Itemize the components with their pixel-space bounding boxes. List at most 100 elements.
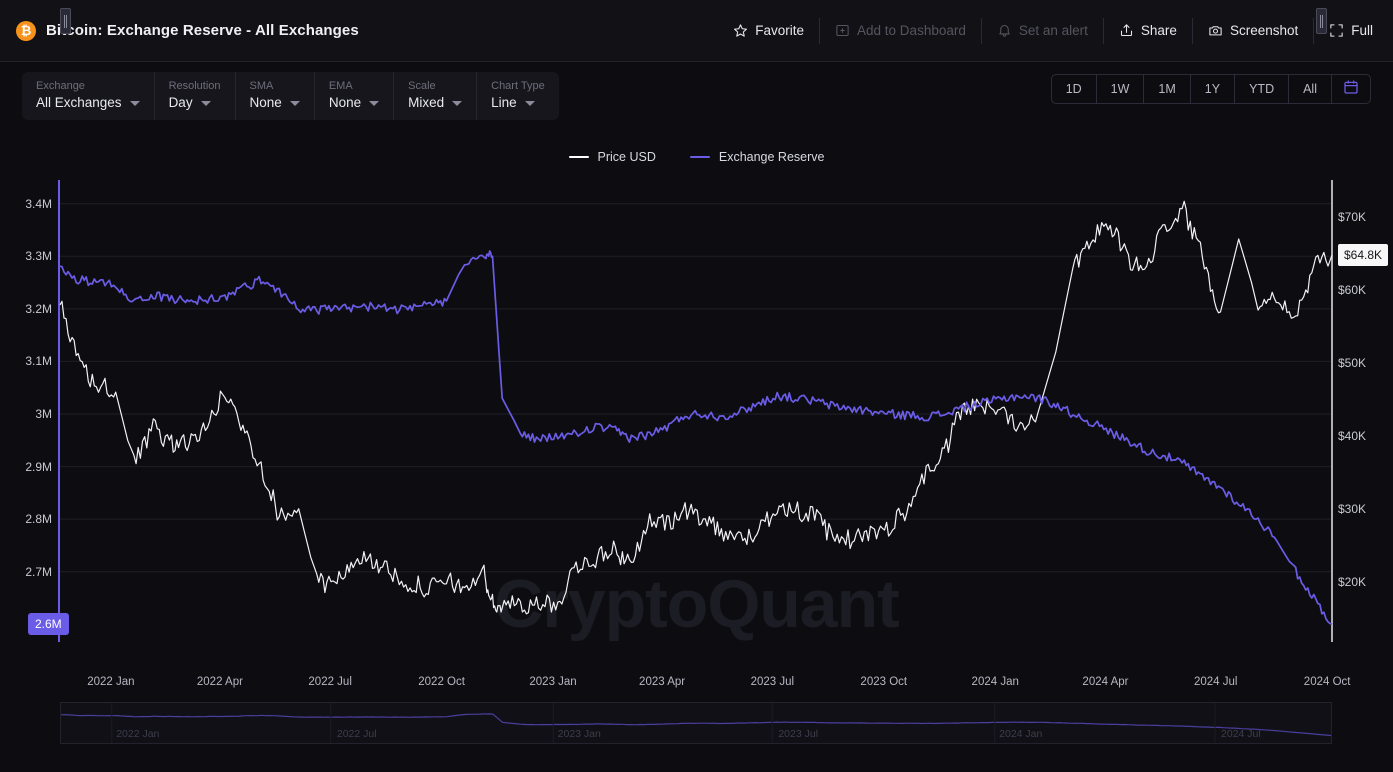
chevron-down-icon xyxy=(290,101,300,106)
left-axis-current-value-badge: 2.6M xyxy=(28,613,69,635)
y-axis-left: 3.4M3.3M3.2M3.1M3M2.9M2.8M2.7M2.6M xyxy=(0,170,52,640)
control-resolution-label: Resolution xyxy=(169,80,221,93)
range-1d[interactable]: 1D xyxy=(1052,75,1097,103)
control-scale-label: Scale xyxy=(408,80,462,93)
y-axis-right-tick: $50K xyxy=(1338,356,1366,370)
navigator-tick-label: 2024 Jul xyxy=(1221,728,1261,740)
control-scale[interactable]: Scale Mixed xyxy=(394,72,477,120)
x-axis-tick: 2022 Apr xyxy=(197,676,243,688)
star-icon xyxy=(733,23,748,38)
chart-plot-area[interactable]: CryptoQuant xyxy=(0,170,1393,700)
navigator-handle-left[interactable] xyxy=(60,8,71,34)
control-sma-text: None xyxy=(250,95,282,111)
y-axis-right: $70K$60K$50K$40K$30K$20K$64.8K xyxy=(1338,170,1393,640)
control-chart-type-label: Chart Type xyxy=(491,80,545,93)
chart-legend: Price USD Exchange Reserve xyxy=(0,150,1393,164)
y-axis-right-tick: $60K xyxy=(1338,283,1366,297)
share-button[interactable]: Share xyxy=(1104,18,1193,44)
add-to-dashboard-icon xyxy=(835,23,850,38)
legend-label-reserve: Exchange Reserve xyxy=(719,150,825,164)
navigator-handle-right[interactable] xyxy=(1316,8,1327,34)
navigator-tick-label: 2022 Jan xyxy=(116,728,159,740)
page-title: Bitcoin: Exchange Reserve - All Exchange… xyxy=(46,22,359,39)
control-chart-type-text: Line xyxy=(491,95,517,111)
range-all[interactable]: All xyxy=(1289,75,1332,103)
control-sma[interactable]: SMA None xyxy=(236,72,315,120)
control-exchange-label: Exchange xyxy=(36,80,140,93)
x-axis-tick: 2024 Jul xyxy=(1194,676,1237,688)
add-to-dashboard-button[interactable]: Add to Dashboard xyxy=(820,18,982,44)
camera-icon xyxy=(1208,23,1223,38)
x-axis-tick: 2022 Oct xyxy=(418,676,465,688)
share-label: Share xyxy=(1141,23,1177,38)
calendar-button[interactable] xyxy=(1332,75,1370,103)
control-ema-value: None xyxy=(329,95,379,111)
x-axis-tick: 2024 Apr xyxy=(1082,676,1128,688)
right-axis-current-value-badge: $64.8K xyxy=(1338,244,1388,266)
header-actions: Favorite Add to Dashboard Set an alert xyxy=(718,18,1393,44)
fullscreen-icon xyxy=(1329,23,1344,38)
chevron-down-icon xyxy=(369,101,379,106)
range-ytd[interactable]: YTD xyxy=(1235,75,1289,103)
legend-swatch-price xyxy=(569,156,589,158)
favorite-button[interactable]: Favorite xyxy=(718,18,820,44)
range-1m[interactable]: 1M xyxy=(1144,75,1190,103)
control-scale-value: Mixed xyxy=(408,95,462,111)
control-chart-type[interactable]: Chart Type Line xyxy=(477,72,559,120)
x-axis-tick: 2023 Apr xyxy=(639,676,685,688)
control-resolution-value: Day xyxy=(169,95,221,111)
y-axis-left-tick: 3.3M xyxy=(25,249,52,263)
y-axis-left-tick: 2.9M xyxy=(25,460,52,474)
navigator-tick-label: 2023 Jan xyxy=(558,728,601,740)
set-alert-label: Set an alert xyxy=(1019,23,1088,38)
x-axis-tick: 2023 Jan xyxy=(529,676,576,688)
y-axis-left-tick: 2.8M xyxy=(25,512,52,526)
control-exchange-text: All Exchanges xyxy=(36,95,122,111)
range-1w[interactable]: 1W xyxy=(1097,75,1145,103)
favorite-label: Favorite xyxy=(755,23,804,38)
x-axis: 2022 Jan2022 Apr2022 Jul2022 Oct2023 Jan… xyxy=(0,676,1393,692)
chart-controls-bar: Exchange All Exchanges Resolution Day SM… xyxy=(22,72,559,120)
x-axis-tick: 2022 Jul xyxy=(308,676,351,688)
control-exchange-value: All Exchanges xyxy=(36,95,140,111)
screenshot-button[interactable]: Screenshot xyxy=(1193,18,1314,44)
control-sma-value: None xyxy=(250,95,300,111)
range-navigator[interactable]: 2022 Jan 2022 Jul 2023 Jan 2023 Jul 2024 Jan… xyxy=(60,702,1332,744)
navigator-tick-label: 2024 Jan xyxy=(999,728,1042,740)
x-axis-tick: 2023 Jul xyxy=(751,676,794,688)
screenshot-label: Screenshot xyxy=(1230,23,1298,38)
bitcoin-icon: ₿ xyxy=(16,21,36,41)
control-chart-type-value: Line xyxy=(491,95,545,111)
y-axis-left-tick: 3.4M xyxy=(25,197,52,211)
control-ema[interactable]: EMA None xyxy=(315,72,394,120)
y-axis-left-tick: 3.2M xyxy=(25,302,52,316)
add-to-dashboard-label: Add to Dashboard xyxy=(857,23,966,38)
control-ema-text: None xyxy=(329,95,361,111)
x-axis-tick: 2024 Jan xyxy=(972,676,1019,688)
calendar-icon xyxy=(1343,79,1359,100)
time-range-selector: 1D 1W 1M 1Y YTD All xyxy=(1051,74,1371,104)
y-axis-right-tick: $70K xyxy=(1338,210,1366,224)
y-axis-left-tick: 3M xyxy=(35,407,52,421)
range-1y[interactable]: 1Y xyxy=(1191,75,1235,103)
x-axis-tick: 2023 Oct xyxy=(860,676,907,688)
control-ema-label: EMA xyxy=(329,80,379,93)
navigator-tick-label: 2023 Jul xyxy=(778,728,818,740)
app-header: ₿ Bitcoin: Exchange Reserve - All Exchan… xyxy=(0,0,1393,62)
control-exchange[interactable]: Exchange All Exchanges xyxy=(22,72,155,120)
navigator-tick-label: 2022 Jul xyxy=(337,728,377,740)
legend-item-price-usd[interactable]: Price USD xyxy=(569,150,656,164)
y-axis-right-tick: $30K xyxy=(1338,502,1366,516)
bell-icon xyxy=(997,23,1012,38)
chart-canvas xyxy=(0,170,1393,700)
chevron-down-icon xyxy=(201,101,211,106)
legend-item-exchange-reserve[interactable]: Exchange Reserve xyxy=(690,150,825,164)
legend-swatch-reserve xyxy=(690,156,710,158)
y-axis-left-tick: 2.7M xyxy=(25,565,52,579)
y-axis-right-tick: $40K xyxy=(1338,429,1366,443)
set-alert-button[interactable]: Set an alert xyxy=(982,18,1104,44)
control-resolution[interactable]: Resolution Day xyxy=(155,72,236,120)
y-axis-left-tick: 3.1M xyxy=(25,354,52,368)
fullscreen-label: Full xyxy=(1351,23,1373,38)
navigator-canvas xyxy=(61,703,1331,743)
